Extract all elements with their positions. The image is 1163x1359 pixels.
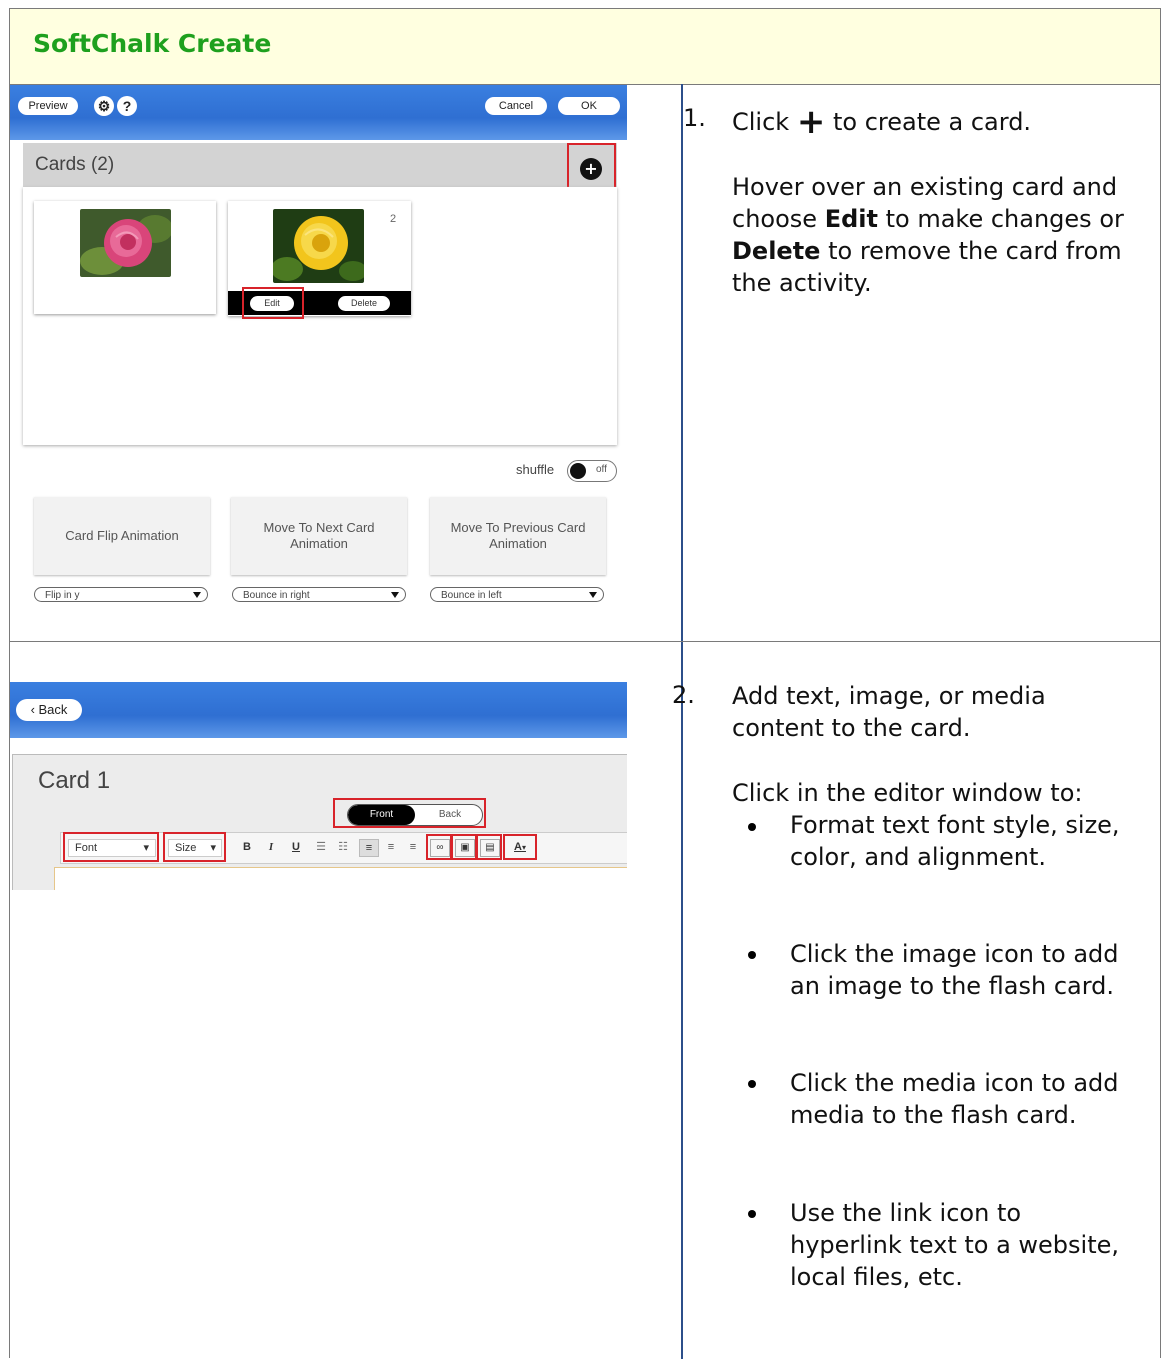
highlight-font-color — [503, 834, 537, 860]
editor-content-area[interactable] — [54, 867, 627, 890]
card-title: Card 1 — [38, 767, 111, 794]
align-center-icon[interactable]: ≡ — [384, 839, 398, 855]
highlight-size — [163, 832, 226, 862]
preview-button[interactable]: Preview — [18, 97, 78, 115]
card-1[interactable] — [34, 201, 216, 314]
cards-header: Cards (2) — [23, 143, 617, 187]
bullet-dot — [748, 1080, 756, 1088]
delete-word: Delete — [732, 237, 821, 265]
gear-icon[interactable]: ⚙ — [94, 96, 114, 116]
previous-animation-select[interactable]: Bounce in left — [430, 587, 604, 602]
highlight-front-back — [333, 798, 486, 828]
highlight-link — [426, 834, 452, 860]
bullet-image: Click the image icon to add an image to … — [790, 940, 1119, 1000]
screenshot-card-list: Preview ⚙ ? Cancel OK Cards (2) + 2 Edit… — [10, 85, 627, 615]
header-title: SoftChalk Create — [33, 29, 272, 58]
highlight-image — [451, 834, 477, 860]
align-left-icon[interactable]: ≡ — [359, 839, 379, 857]
animation-card-flip: Card Flip Animation — [34, 497, 210, 575]
numbered-list-icon[interactable]: ☰ — [314, 839, 328, 855]
step-2-intro: Add text, image, or media content to the… — [732, 682, 1046, 742]
back-button[interactable]: ‹ Back — [16, 699, 82, 721]
shuffle-toggle[interactable]: off — [567, 460, 617, 482]
animation-title: Move To Next Card Animation — [263, 520, 375, 551]
editor-top-bar — [10, 682, 627, 738]
shuffle-label: shuffle — [516, 462, 555, 477]
chevron-down-icon — [589, 592, 597, 598]
chevron-down-icon — [391, 592, 399, 598]
screenshot-card-editor: ‹ Back Card 1 Front Back Font ▾ Size ▾ B I… — [10, 682, 627, 890]
table-header: SoftChalk Create — [10, 9, 1160, 85]
step-1-instruction: Click + to create a card. — [732, 103, 1152, 139]
plus-icon: + — [796, 102, 826, 142]
pink-rose-image — [80, 209, 171, 277]
card-number: 2 — [390, 213, 397, 225]
toggle-state: off — [596, 464, 607, 475]
delete-button[interactable]: Delete — [338, 296, 390, 311]
bullet-media: Click the media icon to add media to the… — [790, 1069, 1119, 1129]
step-1-paragraph: Hover over an existing card and choose E… — [732, 171, 1152, 299]
italic-button[interactable]: I — [264, 839, 278, 855]
back-label: Back — [38, 702, 68, 717]
toggle-knob — [570, 463, 586, 479]
step-1-click: Click — [732, 108, 790, 136]
step-1-text: to create a card. — [832, 108, 1032, 136]
select-value: Bounce in right — [243, 590, 310, 601]
highlight-font — [63, 832, 159, 862]
animation-title: Card Flip Animation — [65, 528, 179, 543]
underline-button[interactable]: U — [289, 839, 303, 855]
document-table: SoftChalk Create Preview ⚙ ? Cancel OK C… — [9, 8, 1161, 1359]
highlight-media — [476, 834, 502, 860]
bullet-dot — [748, 951, 756, 959]
bullet-dot — [748, 823, 756, 831]
select-value: Bounce in left — [441, 590, 502, 601]
row-divider — [10, 641, 1160, 642]
edit-word: Edit — [824, 205, 878, 233]
select-value: Flip in y — [45, 590, 80, 601]
para-text: to make changes or — [885, 205, 1124, 233]
bullet-link: Use the link icon to hyperlink text to a… — [790, 1199, 1120, 1291]
bullet-format: Format text font style, size, color, and… — [790, 811, 1120, 871]
highlight-add-card — [567, 143, 616, 189]
step-1-number: 1. — [683, 104, 706, 132]
cancel-button[interactable]: Cancel — [485, 97, 547, 115]
flip-animation-select[interactable]: Flip in y — [34, 587, 208, 602]
help-button[interactable]: ? — [117, 96, 137, 116]
highlight-edit — [242, 287, 304, 319]
bold-button[interactable]: B — [240, 839, 254, 855]
column-divider — [681, 84, 683, 1359]
ok-button[interactable]: OK — [558, 97, 620, 115]
cards-count-label: Cards (2) — [35, 154, 115, 175]
animation-title: Move To Previous Card Animation — [450, 520, 586, 551]
next-animation-select[interactable]: Bounce in right — [232, 587, 406, 602]
bullet-list-icon[interactable]: ☷ — [336, 839, 350, 855]
chevron-down-icon — [193, 592, 201, 598]
align-right-icon[interactable]: ≡ — [406, 839, 420, 855]
yellow-rose-image — [273, 209, 364, 283]
bullet-dot — [748, 1210, 756, 1218]
animation-next-card: Move To Next Card Animation — [231, 497, 407, 575]
step-2-click-line: Click in the editor window to: — [732, 779, 1083, 807]
animation-previous-card: Move To Previous Card Animation — [430, 497, 606, 575]
step-2-number: 2. — [672, 681, 695, 709]
